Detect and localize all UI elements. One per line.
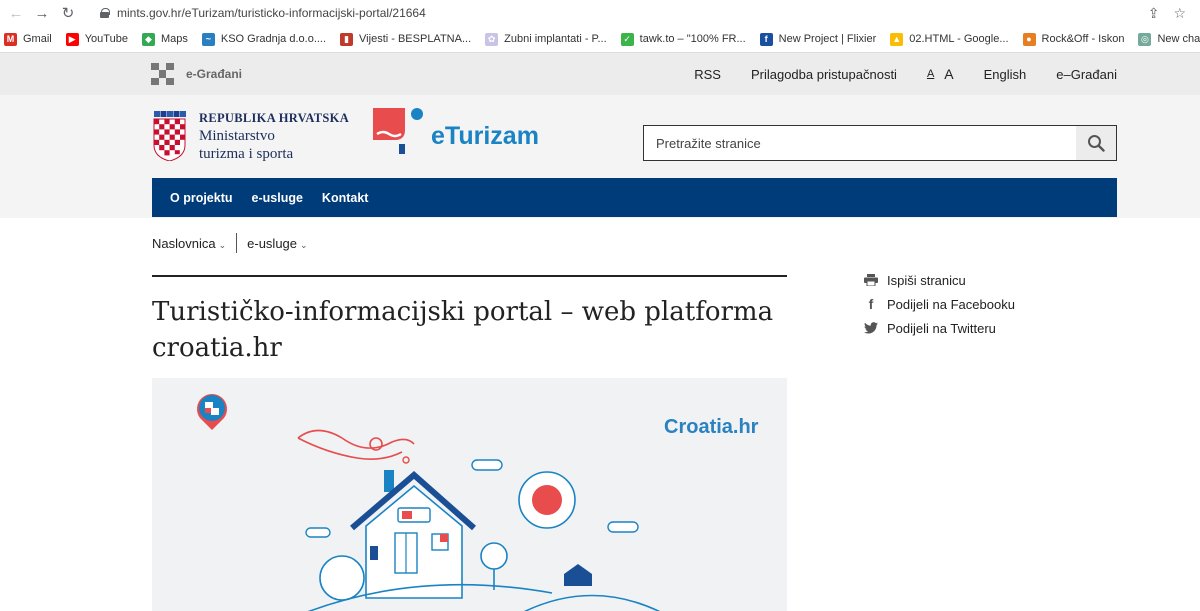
eturizam-logo[interactable]: eTurizam bbox=[373, 108, 539, 158]
bookmark-item[interactable]: ◆ Maps bbox=[141, 32, 188, 46]
chevron-down-icon: ⌄ bbox=[300, 239, 308, 250]
bookmark-item[interactable]: ~ KSO Gradnja d.o.o.... bbox=[201, 32, 327, 46]
bookmark-label: New Project | Flixier bbox=[778, 33, 877, 45]
vijesti-icon: ▮ bbox=[340, 32, 354, 46]
youtube-icon: ▶ bbox=[65, 32, 79, 46]
font-size-small-button[interactable]: A bbox=[927, 68, 934, 80]
bookmark-label: Rock&Off - Iskon bbox=[1041, 33, 1125, 45]
bookmark-label: Zubni implantati - P... bbox=[504, 33, 607, 45]
back-arrow-icon[interactable]: ← bbox=[6, 3, 26, 23]
chat-icon: ◎ bbox=[1138, 32, 1152, 46]
lock-icon bbox=[100, 8, 110, 18]
flixier-icon: f bbox=[759, 32, 773, 46]
breadcrumb: Naslovnica ⌄ e-usluge ⌄ bbox=[152, 233, 308, 253]
nav-item-e-usluge[interactable]: e-usluge bbox=[252, 191, 303, 205]
ministry-line2: turizma i sporta bbox=[199, 146, 294, 162]
bookmark-label: 02.HTML - Google... bbox=[909, 33, 1009, 45]
egradani-logo-icon bbox=[151, 62, 174, 86]
egradani-brand[interactable]: e-Građani bbox=[151, 62, 243, 86]
site-search bbox=[643, 125, 1117, 161]
share-facebook-link[interactable]: f Podijeli na Facebooku bbox=[863, 292, 1015, 316]
breadcrumb-section-label: e-usluge bbox=[247, 235, 298, 251]
tawk-icon: ✓ bbox=[620, 32, 634, 46]
facebook-icon: f bbox=[868, 296, 874, 312]
share-page-icon[interactable]: ⇪ bbox=[1148, 5, 1160, 22]
hero-brand-label: Croatia.hr bbox=[664, 416, 759, 438]
house-illustration bbox=[197, 394, 661, 611]
hero-illustration: Croatia.hr bbox=[152, 378, 787, 611]
bookmark-star-icon[interactable]: ☆ bbox=[1173, 5, 1186, 22]
bookmark-item[interactable]: ◎ New chat bbox=[1138, 32, 1200, 46]
main-navigation: O projektu e-usluge Kontakt bbox=[152, 178, 1117, 217]
bookmark-item[interactable]: ▮ Vijesti - BESPLATNA... bbox=[340, 32, 472, 46]
egradani-link[interactable]: e–Građani bbox=[1056, 67, 1117, 82]
search-input[interactable] bbox=[644, 126, 1076, 160]
iskon-icon: ● bbox=[1022, 32, 1036, 46]
kso-icon: ~ bbox=[201, 32, 215, 46]
ministry-line1: Ministarstvo bbox=[199, 128, 275, 144]
maps-icon: ◆ bbox=[141, 32, 155, 46]
eturizam-mark-icon bbox=[373, 108, 424, 154]
bookmark-item[interactable]: ● Rock&Off - Iskon bbox=[1022, 32, 1125, 46]
map-pin-icon bbox=[197, 394, 227, 430]
bookmark-label: tawk.to – "100% FR... bbox=[639, 33, 746, 45]
bookmark-label: Vijesti - BESPLATNA... bbox=[359, 33, 472, 45]
bookmark-item[interactable]: f New Project | Flixier bbox=[759, 32, 877, 46]
bookmark-label: Maps bbox=[160, 33, 188, 45]
share-facebook-label: Podijeli na Facebooku bbox=[887, 296, 1015, 312]
font-size-large-button[interactable]: A bbox=[944, 66, 953, 82]
croatian-coat-of-arms-icon[interactable] bbox=[152, 111, 187, 161]
bookmark-item[interactable]: ✓ tawk.to – "100% FR... bbox=[620, 32, 746, 46]
share-panel: Ispiši stranicu f Podijeli na Facebooku … bbox=[863, 268, 1015, 340]
share-twitter-label: Podijeli na Twitteru bbox=[887, 320, 996, 336]
printer-icon bbox=[863, 274, 879, 286]
chevron-down-icon: ⌄ bbox=[218, 239, 227, 250]
gmail-icon: M bbox=[4, 32, 17, 46]
bookmarks-bar: M Gmail ▶ YouTube ◆ Maps ~ KSO Gradnja d.o.o...… bbox=[0, 26, 1200, 53]
breadcrumb-section[interactable]: e-usluge ⌄ bbox=[247, 236, 307, 251]
utility-bar: e-Građani RSS Prilagodba pristupačnosti … bbox=[0, 53, 1200, 95]
eturizam-wordmark: eTurizam bbox=[431, 121, 539, 150]
site-header: REPUBLIKA HRVATSKA Ministarstvo turizma … bbox=[0, 95, 1200, 218]
twitter-icon bbox=[863, 322, 879, 334]
republic-label: REPUBLIKA HRVATSKA bbox=[199, 111, 350, 125]
breadcrumb-home[interactable]: Naslovnica ⌄ bbox=[152, 236, 226, 251]
bookmark-label: New chat bbox=[1157, 33, 1200, 45]
bookmark-item[interactable]: ✿ Zubni implantati - P... bbox=[485, 32, 607, 46]
reload-icon[interactable]: ↻ bbox=[58, 3, 78, 23]
accessibility-link[interactable]: Prilagodba pristupačnosti bbox=[751, 67, 897, 82]
tooth-icon: ✿ bbox=[485, 32, 499, 46]
ministry-name[interactable]: REPUBLIKA HRVATSKA Ministarstvo turizma … bbox=[199, 111, 349, 162]
breadcrumb-separator bbox=[236, 233, 238, 253]
print-page-link[interactable]: Ispiši stranicu bbox=[863, 268, 1015, 292]
search-button[interactable] bbox=[1076, 126, 1116, 160]
rss-link[interactable]: RSS bbox=[694, 67, 721, 82]
bookmark-item[interactable]: M Gmail bbox=[4, 32, 52, 46]
url-text[interactable]: mints.gov.hr/eTurizam/turisticko-informa… bbox=[117, 6, 426, 20]
bookmark-label: YouTube bbox=[84, 33, 128, 45]
nav-item-kontakt[interactable]: Kontakt bbox=[322, 191, 369, 205]
url-bar[interactable]: mints.gov.hr/eTurizam/turisticko-informa… bbox=[90, 2, 1148, 24]
breadcrumb-home-label: Naslovnica bbox=[152, 235, 216, 251]
title-divider bbox=[152, 275, 787, 277]
bookmark-item[interactable]: ▶ YouTube bbox=[65, 32, 128, 46]
drive-icon: ▲ bbox=[890, 32, 904, 46]
bookmark-item[interactable]: ▲ 02.HTML - Google... bbox=[890, 32, 1009, 46]
page-title: Turističko-informacijski portal – web pl… bbox=[152, 297, 774, 363]
egradani-brand-label: e-Građani bbox=[186, 67, 243, 81]
nav-item-o-projektu[interactable]: O projektu bbox=[170, 191, 233, 205]
print-page-label: Ispiši stranicu bbox=[887, 272, 966, 288]
bookmark-label: Gmail bbox=[23, 33, 52, 45]
search-icon bbox=[1088, 135, 1105, 152]
share-twitter-link[interactable]: Podijeli na Twitteru bbox=[863, 316, 1015, 340]
bookmark-label: KSO Gradnja d.o.o.... bbox=[220, 33, 327, 45]
browser-address-row: ← → ↻ mints.gov.hr/eTurizam/turisticko-i… bbox=[0, 0, 1200, 26]
english-link[interactable]: English bbox=[984, 67, 1027, 82]
house-icon bbox=[350, 470, 476, 599]
forward-arrow-icon[interactable]: → bbox=[32, 3, 52, 23]
